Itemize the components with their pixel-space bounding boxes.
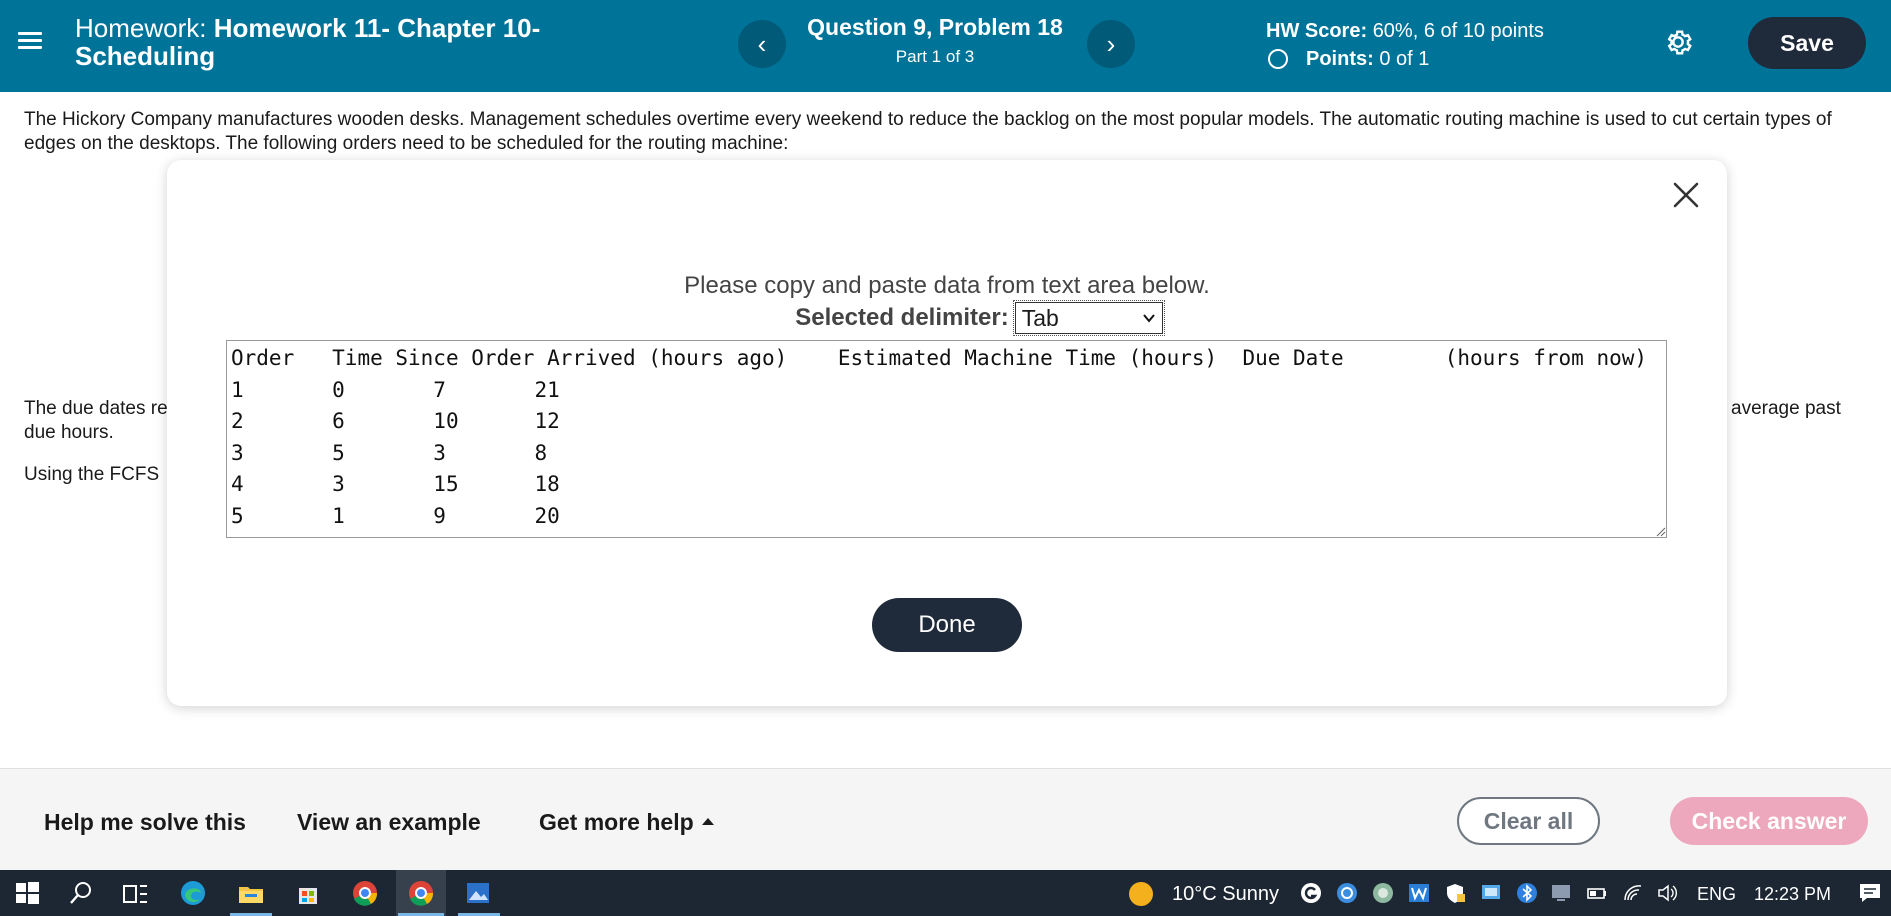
- points-value: 0 of 1: [1379, 48, 1430, 70]
- delimiter-row: Selected delimiter: Tab: [167, 300, 1727, 336]
- save-button[interactable]: Save: [1748, 17, 1866, 69]
- question-title: Question 9, Problem 18: [807, 14, 1063, 40]
- points-label: Points:: [1306, 48, 1374, 70]
- language-indicator[interactable]: ENG: [1697, 884, 1736, 905]
- notification-icon[interactable]: [1858, 881, 1882, 905]
- points-status-circle-icon: [1268, 49, 1288, 69]
- clock[interactable]: 12:23 PM: [1754, 884, 1831, 905]
- windows-start-icon[interactable]: [12, 878, 42, 908]
- check-answer-button[interactable]: Check answer: [1670, 797, 1868, 845]
- question-info: Question 9, Problem 18 Part 1 of 3: [790, 14, 1080, 67]
- data-textarea[interactable]: Order Time Since Order Arrived (hours ag…: [226, 340, 1667, 538]
- display-app-icon[interactable]: [1480, 882, 1502, 904]
- chrome-icon[interactable]: [350, 878, 380, 908]
- question-part: Part 1 of 3: [895, 47, 975, 66]
- chrome-profile-icon[interactable]: [406, 878, 436, 908]
- meter-app-icon[interactable]: [1408, 882, 1430, 904]
- sun-weather-icon[interactable]: [1128, 881, 1154, 907]
- task-view-icon[interactable]: [120, 878, 150, 908]
- hamburger-menu-icon[interactable]: [18, 28, 48, 58]
- hw-score-value: 60%, 6 of 10 points: [1372, 20, 1544, 42]
- chevron-down-icon: [1142, 314, 1155, 323]
- due-hours-text: due hours.: [24, 422, 114, 443]
- photos-app-icon[interactable]: [463, 878, 493, 908]
- delimiter-select[interactable]: Tab: [1012, 300, 1165, 336]
- homework-title: Homework: Homework 11- Chapter 10- Sched…: [75, 14, 675, 70]
- help-footer: Help me solve this View an example Get m…: [0, 768, 1891, 870]
- settings-gear-icon[interactable]: [1662, 26, 1694, 58]
- edge-browser-icon[interactable]: [178, 878, 208, 908]
- chevron-left-icon: ‹: [757, 28, 767, 59]
- score-panel: HW Score: 60%, 6 of 10 points Points: 0 …: [1266, 17, 1544, 73]
- data-copy-dialog: Please copy and paste data from text are…: [167, 160, 1727, 706]
- security-shield-icon[interactable]: [1444, 882, 1466, 904]
- next-question-button[interactable]: ›: [1087, 20, 1135, 68]
- bluetooth-icon[interactable]: [1516, 882, 1538, 904]
- view-example-link[interactable]: View an example: [297, 809, 481, 836]
- homework-title-prefix: Homework:: [75, 13, 207, 43]
- monitor-icon[interactable]: [1550, 882, 1572, 904]
- problem-intro-text: The Hickory Company manufactures wooden …: [24, 109, 1832, 154]
- search-icon[interactable]: [66, 878, 96, 908]
- clear-all-button[interactable]: Clear all: [1457, 797, 1600, 845]
- top-header: Homework: Homework 11- Chapter 10- Sched…: [0, 0, 1891, 92]
- wifi-icon[interactable]: [1622, 882, 1644, 904]
- previous-question-button[interactable]: ‹: [738, 20, 786, 68]
- sync-app-icon[interactable]: [1336, 882, 1358, 904]
- network-globe-icon[interactable]: [1372, 882, 1394, 904]
- caret-up-icon: [701, 818, 714, 826]
- grammarly-icon[interactable]: [1300, 882, 1322, 904]
- close-icon[interactable]: [1671, 180, 1701, 210]
- get-more-help-label: Get more help: [539, 809, 694, 835]
- hw-score-label: HW Score:: [1266, 20, 1368, 42]
- microsoft-store-icon[interactable]: [293, 878, 323, 908]
- chevron-right-icon: ›: [1106, 28, 1116, 59]
- delimiter-label: Selected delimiter:: [795, 304, 1009, 331]
- fcfs-instruction-text: Using the FCFS: [24, 464, 160, 485]
- volume-icon[interactable]: [1656, 882, 1678, 904]
- resize-handle-icon[interactable]: [1654, 525, 1666, 537]
- due-dates-text-right: average past: [1731, 398, 1841, 419]
- windows-taskbar: 10°C Sunny ENG 12:23 PM: [0, 870, 1891, 916]
- file-explorer-icon[interactable]: [236, 878, 266, 908]
- get-more-help-link[interactable]: Get more help: [539, 809, 714, 836]
- dialog-instruction: Please copy and paste data from text are…: [684, 272, 1210, 299]
- due-dates-text-left: The due dates re: [24, 398, 168, 419]
- battery-icon[interactable]: [1586, 882, 1608, 904]
- weather-text[interactable]: 10°C Sunny: [1172, 883, 1279, 906]
- delimiter-selected-value: Tab: [1021, 304, 1059, 331]
- help-me-solve-link[interactable]: Help me solve this: [44, 809, 246, 836]
- done-button[interactable]: Done: [872, 598, 1022, 652]
